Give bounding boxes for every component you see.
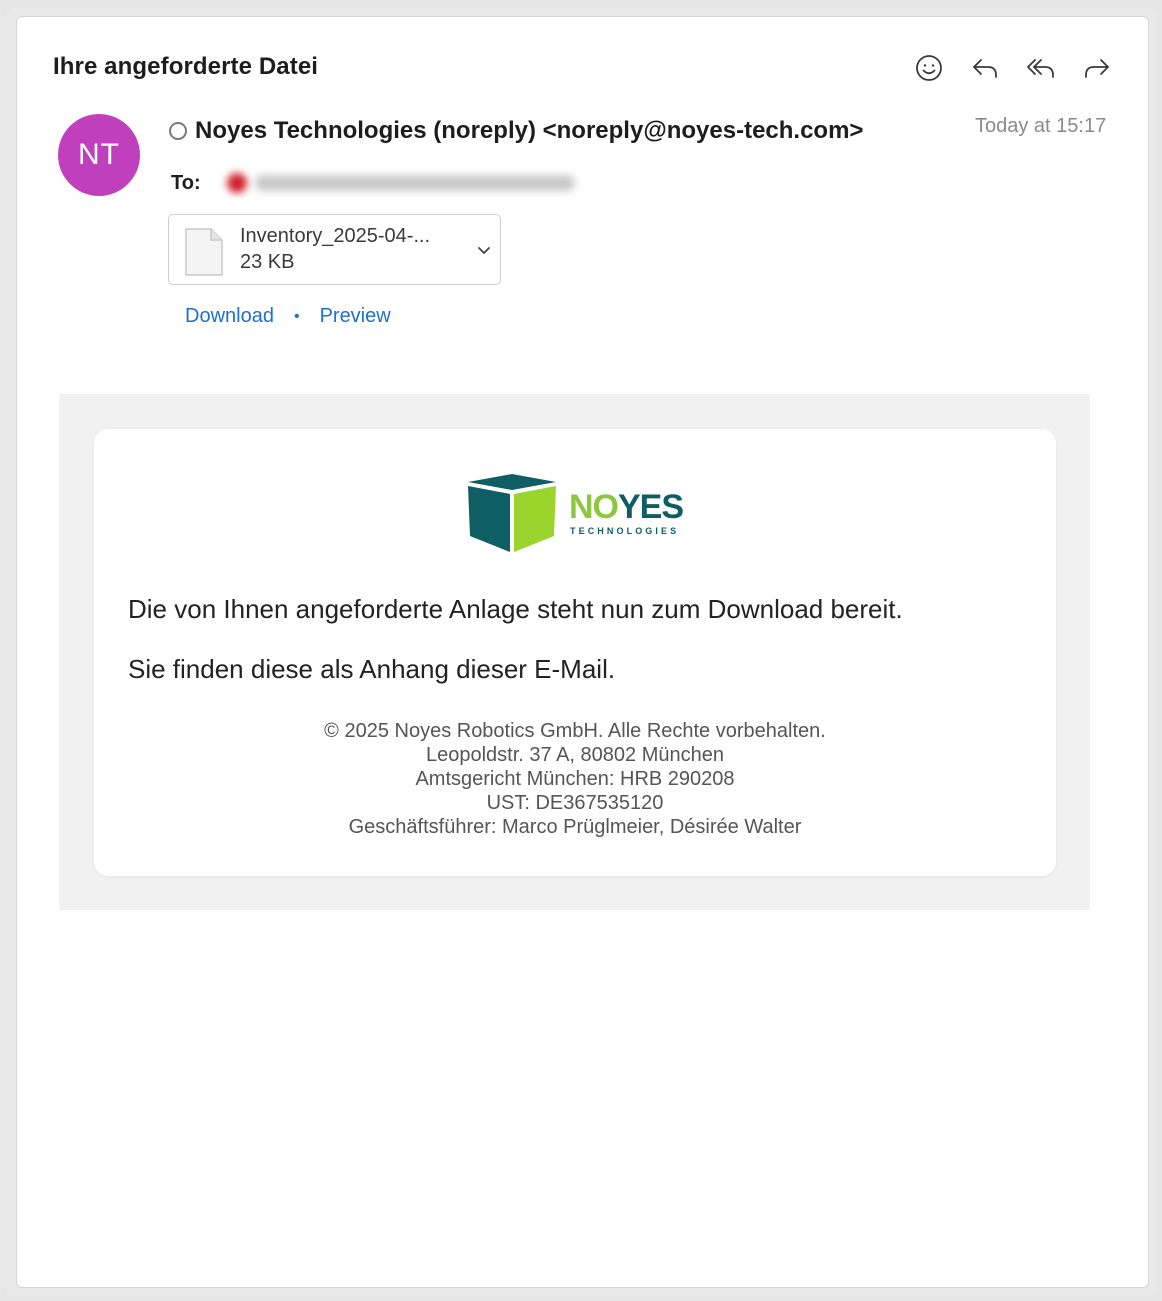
mail-window: Ihre angeforderte Datei NT Noyes Technol… — [7, 8, 1157, 1296]
to-label: To: — [171, 171, 201, 194]
message-line-1: Die von Ihnen angeforderte Anlage steht … — [128, 594, 903, 624]
chevron-down-icon[interactable] — [476, 242, 492, 258]
reply-icon[interactable] — [968, 51, 1002, 85]
logo-wordmark: NOYES — [569, 488, 684, 526]
cube-logo-icon — [468, 474, 556, 552]
footer-copyright: © 2025 Noyes Robotics GmbH. Alle Rechte … — [324, 720, 826, 742]
email-body-card: NOYES TECHNOLOGIES Die von Ihnen angefor… — [94, 429, 1056, 876]
message-line-2: Sie finden diese als Anhang dieser E-Mai… — [128, 654, 616, 684]
sender-avatar: NT — [58, 114, 140, 196]
emoji-reaction-icon[interactable] — [912, 51, 946, 85]
logo-subtitle: TECHNOLOGIES — [570, 526, 680, 536]
sender-row: Noyes Technologies (noreply) <noreply@no… — [169, 117, 863, 145]
preview-link[interactable]: Preview — [320, 305, 391, 328]
forward-icon[interactable] — [1080, 51, 1114, 85]
footer-vat: UST: DE367535120 — [486, 792, 664, 814]
attachment-name: Inventory_2025-04-... — [240, 225, 431, 247]
footer-registry: Amtsgericht München: HRB 290208 — [415, 768, 735, 790]
reply-all-icon[interactable] — [1024, 51, 1058, 85]
footer-directors: Geschäftsführer: Marco Prüglmeier, Désir… — [348, 816, 802, 838]
message-actions — [912, 51, 1122, 85]
sender-name[interactable]: Noyes Technologies (noreply) <noreply@no… — [195, 117, 863, 145]
attachment-tile[interactable]: Inventory_2025-04-... 23 KB — [168, 214, 501, 285]
recipient-row: To: — [171, 167, 593, 199]
footer-address: Leopoldstr. 37 A, 80802 München — [425, 744, 724, 766]
message-pane: Ihre angeforderte Datei NT Noyes Technol… — [16, 16, 1149, 1288]
download-link[interactable]: Download — [185, 305, 274, 328]
noyes-logo: NOYES TECHNOLOGIES — [464, 472, 694, 556]
attachment-links: Download • Preview — [185, 305, 391, 328]
email-subject: Ihre angeforderte Datei — [53, 53, 319, 80]
recipient-redacted — [223, 167, 593, 199]
document-icon — [185, 228, 223, 276]
link-separator: • — [293, 307, 300, 325]
attachment-size: 23 KB — [240, 251, 295, 273]
unread-indicator[interactable] — [169, 122, 187, 140]
email-body-background: NOYES TECHNOLOGIES Die von Ihnen angefor… — [59, 394, 1090, 910]
received-timestamp: Today at 15:17 — [975, 115, 1107, 137]
email-footer: © 2025 Noyes Robotics GmbH. Alle Rechte … — [94, 719, 1056, 839]
